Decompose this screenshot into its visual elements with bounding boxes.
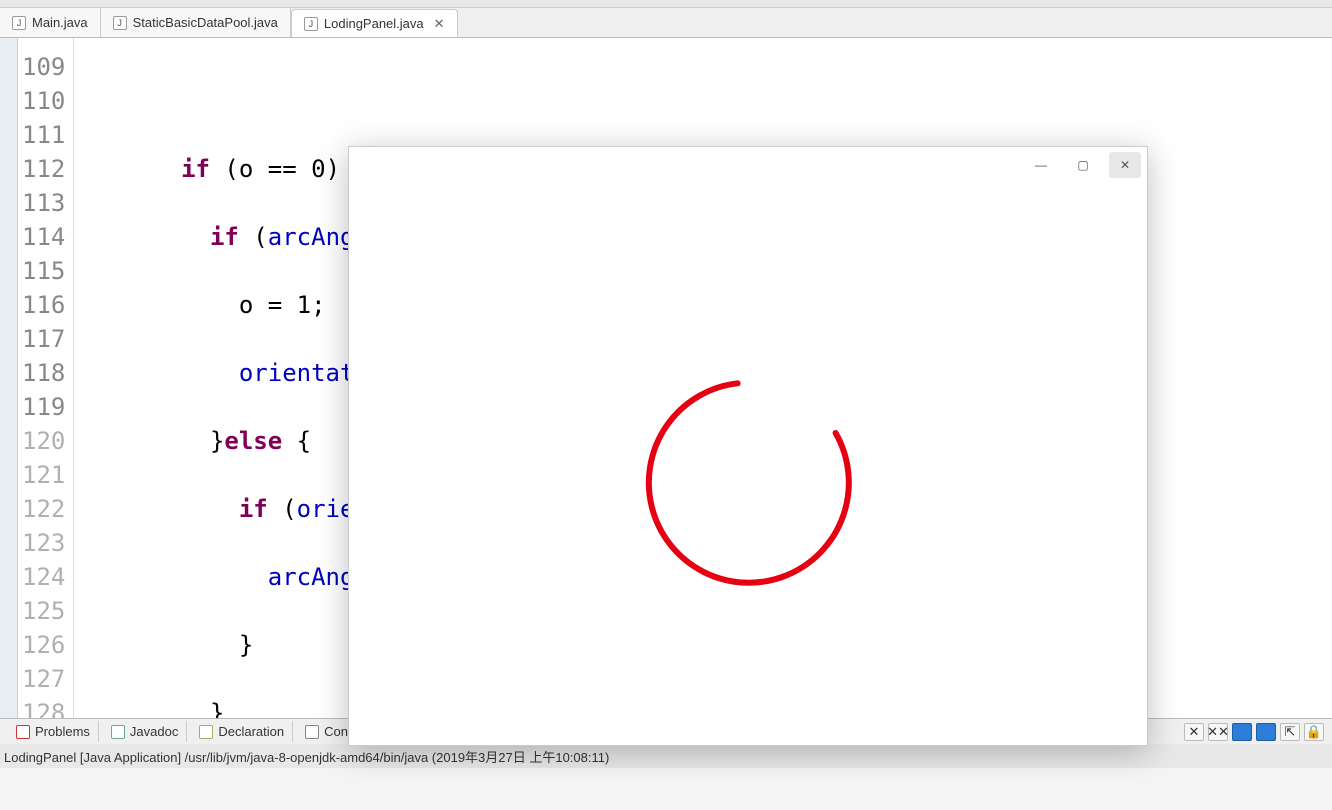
close-icon: ✕: [1120, 158, 1130, 172]
line-number: 123: [22, 526, 65, 560]
window-top-strip: [0, 0, 1332, 8]
line-number: 128: [22, 696, 65, 718]
open-console-button[interactable]: [1256, 723, 1276, 741]
line-number-gutter: 109 110 111 112 113 114 115 116 117 118 …: [18, 38, 74, 718]
console-process-label: LodingPanel [Java Application] /usr/lib/…: [0, 744, 1332, 768]
line-number: 118: [22, 356, 65, 390]
line-number: 112: [22, 152, 65, 186]
close-icon[interactable]: ✕: [434, 16, 445, 32]
editor-tab-main[interactable]: J Main.java: [0, 8, 101, 37]
remove-all-button[interactable]: ✕✕: [1208, 723, 1228, 741]
declaration-icon: [199, 725, 213, 739]
console-toolbar: ✕ ✕✕ ⇱ 🔒: [1184, 723, 1332, 741]
java-file-icon: J: [12, 16, 26, 30]
line-number: 111: [22, 118, 65, 152]
line-number: 109: [22, 50, 65, 84]
loading-arc-icon: [639, 373, 859, 593]
editor-tab-static-pool[interactable]: J StaticBasicDataPool.java: [101, 8, 291, 37]
view-tab-declaration[interactable]: Declaration: [191, 721, 293, 742]
javadoc-icon: [111, 725, 125, 739]
maximize-button[interactable]: ▢: [1067, 152, 1099, 178]
line-number: 122: [22, 492, 65, 526]
java-file-icon: J: [113, 16, 127, 30]
line-number: 117: [22, 322, 65, 356]
line-number: 110: [22, 84, 65, 118]
status-text: LodingPanel [Java Application] /usr/lib/…: [4, 747, 609, 766]
view-tab-problems[interactable]: Problems: [8, 721, 99, 742]
scroll-lock-button[interactable]: 🔒: [1304, 723, 1324, 741]
line-number: 116: [22, 288, 65, 322]
java-file-icon: J: [304, 17, 318, 31]
console-icon: [305, 725, 319, 739]
code-line: [94, 84, 528, 118]
app-window-titlebar[interactable]: — ▢ ✕: [349, 147, 1147, 183]
line-number: 125: [22, 594, 65, 628]
minimize-icon: —: [1035, 158, 1047, 172]
line-number: 113: [22, 186, 65, 220]
line-number: 114: [22, 220, 65, 254]
app-canvas: [349, 183, 1147, 745]
line-number: 124: [22, 560, 65, 594]
minimize-button[interactable]: —: [1025, 152, 1057, 178]
line-number: 127: [22, 662, 65, 696]
problems-icon: [16, 725, 30, 739]
close-button[interactable]: ✕: [1109, 152, 1141, 178]
view-tab-label: Javadoc: [130, 724, 178, 739]
line-number: 120: [22, 424, 65, 458]
running-app-window[interactable]: — ▢ ✕: [348, 146, 1148, 746]
line-number: 119: [22, 390, 65, 424]
view-tab-javadoc[interactable]: Javadoc: [103, 721, 187, 742]
annotation-ruler: [0, 38, 18, 718]
line-number: 126: [22, 628, 65, 662]
pin-console-button[interactable]: ⇱: [1280, 723, 1300, 741]
editor-tab-bar: J Main.java J StaticBasicDataPool.java J…: [0, 8, 1332, 38]
editor-tab-label: StaticBasicDataPool.java: [133, 15, 278, 30]
remove-launch-button[interactable]: ✕: [1184, 723, 1204, 741]
editor-tab-loding-panel[interactable]: J LodingPanel.java ✕: [291, 9, 458, 37]
display-selected-console-button[interactable]: [1232, 723, 1252, 741]
view-tab-label: Declaration: [218, 724, 284, 739]
editor-tab-label: Main.java: [32, 15, 88, 30]
view-tab-label: Problems: [35, 724, 90, 739]
editor-tab-label: LodingPanel.java: [324, 16, 424, 31]
maximize-icon: ▢: [1077, 158, 1088, 172]
line-number: 115: [22, 254, 65, 288]
line-number: 121: [22, 458, 65, 492]
